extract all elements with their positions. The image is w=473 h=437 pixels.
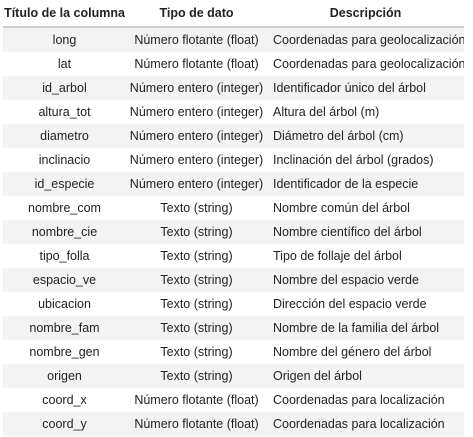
column-name-cell: ubicacion bbox=[3, 292, 126, 316]
description-cell: Coordenadas para localización bbox=[267, 412, 464, 436]
column-name-cell: nombre_gen bbox=[3, 340, 126, 364]
table-row: nombre_gen Texto (string) Nombre del géner… bbox=[3, 340, 464, 364]
column-name-cell: nombre_cie bbox=[3, 220, 126, 244]
data-type-cell: Número entero (integer) bbox=[126, 148, 267, 172]
data-type-cell: Texto (string) bbox=[126, 316, 267, 340]
column-name-cell: id_arbol bbox=[3, 76, 126, 100]
table-row: tipo_folla Texto (string) Tipo de follaje … bbox=[3, 244, 464, 268]
column-name-cell: id_especie bbox=[3, 172, 126, 196]
table-row: coord_y Número flotante (float) Coordenada… bbox=[3, 412, 464, 436]
table-row: nombre_fam Texto (string) Nombre de la fam… bbox=[3, 316, 464, 340]
column-name-cell: altura_tot bbox=[3, 100, 126, 124]
table-row: lat Número flotante (float) Coordenadas pa… bbox=[3, 52, 464, 76]
column-name-cell: coord_x bbox=[3, 388, 126, 412]
description-cell: Nombre común del árbol bbox=[267, 196, 464, 220]
table-row: diametro Número entero (integer) Diámetro … bbox=[3, 124, 464, 148]
data-type-cell: Texto (string) bbox=[126, 196, 267, 220]
column-name-cell: lat bbox=[3, 52, 126, 76]
description-cell: Coordenadas para geolocalización bbox=[267, 27, 464, 52]
table-row: ubicacion Texto (string) Dirección del esp… bbox=[3, 292, 464, 316]
table-row: nombre_com Texto (string) Nombre común del… bbox=[3, 196, 464, 220]
column-name-cell: tipo_folla bbox=[3, 244, 126, 268]
description-header: Descripción bbox=[267, 0, 464, 28]
table-row: long Número flotante (float) Coordenadas p… bbox=[3, 27, 464, 52]
description-cell: Dirección del espacio verde bbox=[267, 292, 464, 316]
table-row: nombre_cie Texto (string) Nombre científic… bbox=[3, 220, 464, 244]
description-cell: Coordenadas para geolocalización bbox=[267, 52, 464, 76]
description-cell: Diámetro del árbol (cm) bbox=[267, 124, 464, 148]
data-type-cell: Número flotante (float) bbox=[126, 412, 267, 436]
data-type-cell: Texto (string) bbox=[126, 268, 267, 292]
data-type-cell: Número entero (integer) bbox=[126, 172, 267, 196]
data-type-cell: Texto (string) bbox=[126, 244, 267, 268]
description-cell: Nombre científico del árbol bbox=[267, 220, 464, 244]
table-row: espacio_ve Texto (string) Nombre del espac… bbox=[3, 268, 464, 292]
column-name-cell: diametro bbox=[3, 124, 126, 148]
column-name-cell: origen bbox=[3, 364, 126, 388]
description-cell: Nombre del género del árbol bbox=[267, 340, 464, 364]
description-cell: Nombre de la familia del árbol bbox=[267, 316, 464, 340]
column-name-cell: nombre_com bbox=[3, 196, 126, 220]
table-row: id_especie Número entero (integer) Identif… bbox=[3, 172, 464, 196]
column-name-header: Título de la columna bbox=[3, 0, 126, 28]
description-cell: Origen del árbol bbox=[267, 364, 464, 388]
data-type-cell: Texto (string) bbox=[126, 340, 267, 364]
data-type-cell: Número flotante (float) bbox=[126, 27, 267, 52]
data-type-cell: Texto (string) bbox=[126, 292, 267, 316]
column-name-cell: nombre_fam bbox=[3, 316, 126, 340]
data-type-cell: Texto (string) bbox=[126, 220, 267, 244]
description-cell: Inclinación del árbol (grados) bbox=[267, 148, 464, 172]
table-row: inclinacio Número entero (integer) Inclina… bbox=[3, 148, 464, 172]
column-name-cell: inclinacio bbox=[3, 148, 126, 172]
description-cell: Identificador único del árbol bbox=[267, 76, 464, 100]
column-name-cell: long bbox=[3, 27, 126, 52]
data-dictionary-table-container: Título de la columna Tipo de dato Descri… bbox=[3, 0, 464, 436]
description-cell: Nombre del espacio verde bbox=[267, 268, 464, 292]
table-row: coord_x Número flotante (float) Coordenada… bbox=[3, 388, 464, 412]
table-row: id_arbol Número entero (integer) Identific… bbox=[3, 76, 464, 100]
column-name-cell: espacio_ve bbox=[3, 268, 126, 292]
data-type-cell: Número flotante (float) bbox=[126, 388, 267, 412]
data-type-header: Tipo de dato bbox=[126, 0, 267, 28]
table-row: altura_tot Número entero (integer) Altura … bbox=[3, 100, 464, 124]
description-cell: Coordenadas para localización bbox=[267, 388, 464, 412]
data-type-cell: Número entero (integer) bbox=[126, 100, 267, 124]
description-cell: Altura del árbol (m) bbox=[267, 100, 464, 124]
data-type-cell: Número flotante (float) bbox=[126, 52, 267, 76]
description-cell: Identificador de la especie bbox=[267, 172, 464, 196]
data-type-cell: Número entero (integer) bbox=[126, 124, 267, 148]
data-dictionary-table: Título de la columna Tipo de dato Descri… bbox=[3, 0, 464, 436]
column-name-cell: coord_y bbox=[3, 412, 126, 436]
table-header: Título de la columna Tipo de dato Descri… bbox=[3, 0, 464, 28]
table-row: origen Texto (string) Origen del árbol bbox=[3, 364, 464, 388]
table-body: long Número flotante (float) Coordenadas p… bbox=[3, 27, 464, 436]
data-type-cell: Texto (string) bbox=[126, 364, 267, 388]
header-row: Título de la columna Tipo de dato Descri… bbox=[3, 0, 464, 28]
description-cell: Tipo de follaje del árbol bbox=[267, 244, 464, 268]
data-type-cell: Número entero (integer) bbox=[126, 76, 267, 100]
